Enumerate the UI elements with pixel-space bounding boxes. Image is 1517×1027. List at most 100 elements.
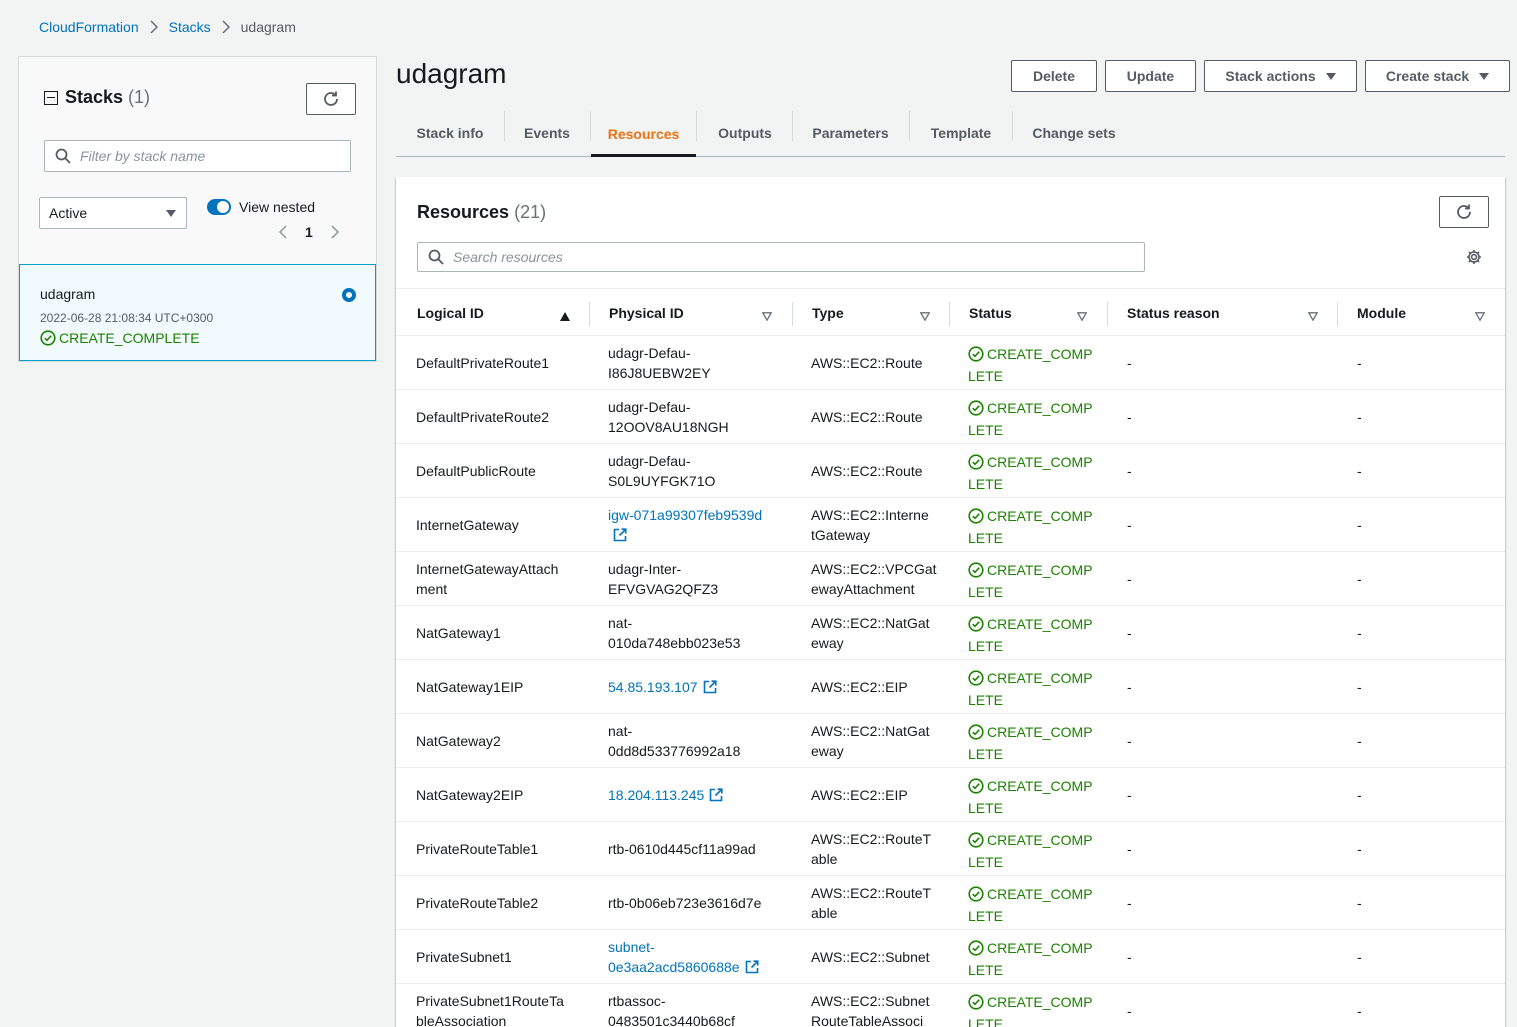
- logical-id-cell: NatGateway2EIP: [416, 768, 591, 822]
- tab-outputs[interactable]: Outputs: [696, 110, 794, 156]
- logical-id-cell: PrivateRouteTable1: [416, 822, 591, 876]
- status-text: LETE: [968, 368, 1004, 384]
- physical-id-line: 12OOV8AU18NGH: [608, 419, 729, 435]
- status-cell: CREATE_COMP LETE: [968, 390, 1103, 444]
- delete-button[interactable]: Delete: [1011, 60, 1097, 92]
- page-title: udagram: [396, 58, 507, 89]
- tab-template[interactable]: Template: [909, 110, 1013, 156]
- column-module-label: Module: [1357, 305, 1406, 321]
- external-link-icon[interactable]: [745, 960, 759, 974]
- column-type[interactable]: Type: [812, 289, 937, 337]
- refresh-icon: [322, 90, 340, 108]
- physical-id-line: nat-: [608, 723, 633, 739]
- column-status[interactable]: Status: [969, 289, 1094, 337]
- status-cell: CREATE_COMP LETE: [968, 822, 1103, 876]
- column-module[interactable]: Module: [1357, 289, 1492, 337]
- radio-selected-icon[interactable]: [342, 288, 356, 302]
- stack-filter-input[interactable]: [80, 148, 350, 164]
- resources-panel: Resources (21) Logical ID Physical ID Ty…: [396, 177, 1505, 1027]
- physical-id-cell: nat- 010da748ebb023e53: [608, 606, 788, 660]
- tab-resources[interactable]: Resources: [591, 110, 696, 157]
- status-text: CREATE_COMP: [987, 778, 1093, 794]
- type-line: AWS::EC2::Route: [811, 409, 923, 425]
- status-ok-icon: [968, 346, 984, 362]
- physical-id-link[interactable]: igw-071a99307feb9539d: [608, 507, 762, 523]
- physical-id-link[interactable]: 54.85.193.107: [608, 679, 698, 695]
- status-ok-icon: [968, 508, 984, 524]
- external-link-icon[interactable]: [709, 788, 723, 802]
- status-ok-icon: [968, 886, 984, 902]
- status-select-value: Active: [49, 205, 88, 221]
- physical-id-line: EFVGVAG2QFZ3: [608, 581, 719, 597]
- chevron-right-icon[interactable]: [331, 225, 339, 239]
- update-button[interactable]: Update: [1105, 60, 1196, 92]
- status-reason-cell: -: [1127, 679, 1132, 695]
- external-link-icon[interactable]: [613, 528, 627, 542]
- status-text: CREATE_COMP: [987, 346, 1093, 362]
- module-cell: -: [1357, 841, 1362, 857]
- refresh-icon: [1455, 203, 1473, 221]
- view-nested-toggle[interactable]: [207, 199, 231, 215]
- status-text: CREATE_COMP: [987, 616, 1093, 632]
- physical-id-link[interactable]: subnet- 0e3aa2acd5860688e: [608, 939, 740, 975]
- status-reason-cell: -: [1127, 355, 1132, 371]
- table-row: DefaultPrivateRoute1 udagr-Defau- I86J8UEB…: [396, 336, 1505, 390]
- breadcrumb-stacks[interactable]: Stacks: [169, 19, 211, 35]
- type-cell: AWS::EC2::Route: [811, 336, 946, 390]
- status-ok-icon: [968, 724, 984, 740]
- status-text: LETE: [968, 1016, 1004, 1027]
- chevron-left-icon[interactable]: [279, 225, 287, 239]
- type-line: AWS::EC2::EIP: [811, 679, 908, 695]
- status-text: LETE: [968, 530, 1004, 546]
- status-select[interactable]: Active: [39, 197, 187, 229]
- caret-down-icon: [1325, 72, 1336, 80]
- physical-id-link[interactable]: 18.204.113.245: [608, 787, 704, 803]
- logical-id-cell: InternetGatewayAttach ment: [416, 552, 591, 606]
- tab-stack-info[interactable]: Stack info: [396, 110, 504, 156]
- type-line: able: [811, 851, 838, 867]
- status-text: LETE: [968, 854, 1004, 870]
- create-stack-button[interactable]: Create stack: [1365, 60, 1510, 92]
- physical-id-cell: udagr-Defau- S0L9UYFGK71O: [608, 444, 788, 498]
- column-status-reason[interactable]: Status reason: [1127, 289, 1322, 337]
- stack-actions-button[interactable]: Stack actions: [1204, 60, 1357, 92]
- physical-id-line: I86J8UEBW2EY: [608, 365, 711, 381]
- status-cell: CREATE_COMP LETE: [968, 552, 1103, 606]
- module-cell: -: [1357, 517, 1362, 533]
- module-cell: -: [1357, 625, 1362, 641]
- physical-id-line: 0e3aa2acd5860688e: [608, 959, 740, 975]
- resources-search-input[interactable]: [453, 249, 1144, 265]
- caret-down-icon: [1479, 72, 1490, 80]
- sort-icon: [919, 308, 931, 324]
- status-cell: CREATE_COMP LETE: [968, 930, 1103, 984]
- collapse-icon[interactable]: [44, 90, 58, 105]
- page-number[interactable]: 1: [305, 224, 313, 240]
- type-line: AWS::EC2::EIP: [811, 787, 908, 803]
- table-row: NatGateway2EIP 18.204.113.245 AWS::EC2::EI…: [396, 768, 1505, 822]
- tab-events[interactable]: Events: [504, 110, 590, 156]
- logical-id-line: NatGateway1: [416, 625, 501, 641]
- column-physical-id-label: Physical ID: [609, 305, 684, 321]
- resources-refresh-button[interactable]: [1439, 196, 1489, 228]
- breadcrumb-cloudformation[interactable]: CloudFormation: [39, 19, 139, 35]
- column-logical-id[interactable]: Logical ID: [417, 289, 570, 337]
- type-line: AWS::EC2::Subnet: [811, 949, 930, 965]
- stack-card-udagram[interactable]: udagram 2022-06-28 21:08:34 UTC+0300 CRE…: [19, 264, 376, 361]
- sidebar-count: (1): [128, 87, 151, 107]
- table-row: InternetGateway igw-071a99307feb9539d AWS:…: [396, 498, 1505, 552]
- settings-gear-icon[interactable]: [1466, 249, 1482, 265]
- update-button-label: Update: [1126, 68, 1175, 84]
- type-line: eway: [811, 635, 844, 651]
- status-text: LETE: [968, 746, 1004, 762]
- sidebar-refresh-button[interactable]: [306, 83, 356, 115]
- status-cell: CREATE_COMP LETE: [968, 660, 1103, 714]
- status-ok-icon: [968, 616, 984, 632]
- tab-parameters[interactable]: Parameters: [792, 110, 909, 156]
- tab-change-sets[interactable]: Change sets: [1012, 110, 1136, 156]
- external-link-icon[interactable]: [703, 680, 717, 694]
- column-physical-id[interactable]: Physical ID: [609, 289, 774, 337]
- type-line: AWS::EC2::Interne: [811, 507, 929, 523]
- logical-id-cell: NatGateway2: [416, 714, 591, 768]
- resources-title: Resources (21): [417, 202, 546, 223]
- module-cell: -: [1357, 679, 1362, 695]
